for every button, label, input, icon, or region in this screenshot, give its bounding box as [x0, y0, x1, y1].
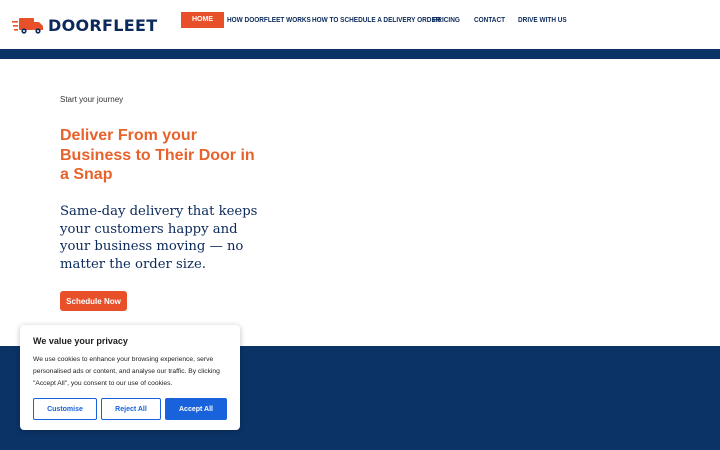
nav-contact[interactable]: CONTACT [474, 12, 505, 28]
nav-home[interactable]: HOME [181, 12, 224, 28]
nav-how-doorfleet-works[interactable]: HOW DOORFLEET WORKS [227, 12, 311, 28]
logo-text: DOORFLEET [48, 15, 158, 35]
logo[interactable]: DOORFLEET [12, 14, 157, 36]
reject-all-button[interactable]: Reject All [101, 398, 161, 420]
cookie-title: We value your privacy [33, 336, 128, 346]
nav-pricing[interactable]: PRICING [433, 12, 460, 28]
nav-how-to-schedule[interactable]: HOW TO SCHEDULE A DELIVERY ORDER [312, 12, 440, 28]
hero-eyebrow: Start your journey [60, 95, 124, 104]
accept-all-button[interactable]: Accept All [165, 398, 227, 420]
site-header: DOORFLEET HOME HOW DOORFLEET WORKS HOW T… [0, 0, 720, 49]
cookie-body: We use cookies to enhance your browsing … [33, 356, 220, 387]
hero-subhead: Same-day delivery that keeps your custom… [60, 204, 258, 272]
header-divider-band [0, 49, 720, 59]
customise-button[interactable]: Customise [33, 398, 97, 420]
delivery-truck-icon [12, 18, 43, 34]
schedule-now-button[interactable]: Schedule Now [60, 291, 127, 311]
hero-headline: Deliver From your Business to Their Door… [60, 127, 255, 183]
cookie-consent-banner: We value your privacy We use cookies to … [20, 325, 240, 430]
nav-drive-with-us[interactable]: DRIVE WITH US [518, 12, 567, 28]
